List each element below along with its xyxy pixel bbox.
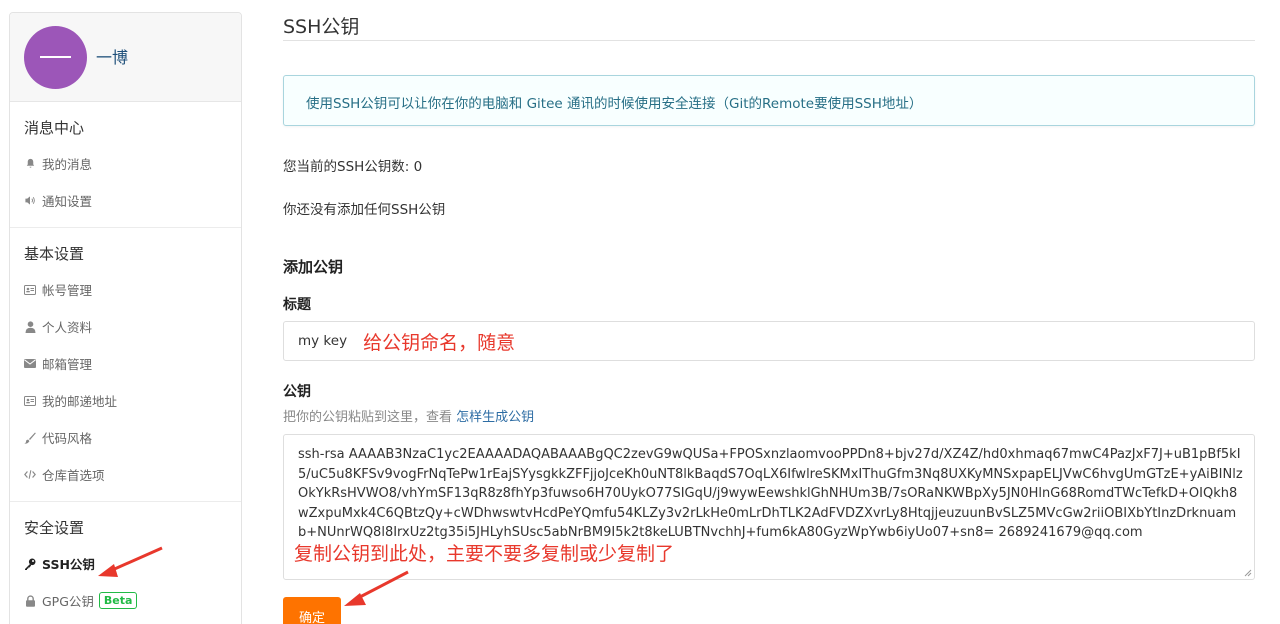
main-content: SSH公钥 使用SSH公钥可以让你在你的电脑和 Gitee 通讯的时候使用安全连…: [283, 0, 1255, 624]
sidebar-item-repo-preferences[interactable]: 仓库首选项: [10, 456, 241, 493]
sidebar-item-label: 我的消息: [42, 157, 93, 172]
section-title: 消息中心: [24, 119, 85, 137]
public-key-textarea[interactable]: ssh-rsa AAAAB3NzaC1yc2EAAAADAQABAAABgQC2…: [283, 434, 1255, 580]
key-hint-text: 把你的公钥粘贴到这里，查看: [283, 410, 453, 425]
info-text: 使用SSH公钥可以让你在你的电脑和 Gitee 通讯的时候使用安全连接（Git的…: [306, 96, 923, 112]
section-messages: 消息中心 我的消息 通知设置: [10, 102, 241, 228]
sidebar-item-email[interactable]: 邮箱管理: [10, 345, 241, 382]
code-icon: [24, 469, 36, 481]
section-basic-settings: 基本设置 帐号管理 个人资料 邮箱管理 我的邮递地址 代码风格 仓库首选项: [10, 228, 241, 502]
paintbrush-icon: [24, 432, 36, 444]
key-icon: [24, 558, 36, 570]
ssh-key-count: 您当前的SSH公钥数: 0: [283, 159, 423, 175]
sidebar-item-label: GPG公钥: [42, 594, 94, 609]
sidebar-item-notification-settings[interactable]: 通知设置: [10, 182, 241, 219]
add-key-heading: 添加公钥: [283, 258, 344, 276]
sidebar-item-label: 仓库首选项: [42, 468, 105, 483]
volume-icon: [24, 195, 36, 207]
section-title: 安全设置: [24, 519, 85, 537]
envelope-icon: [24, 358, 36, 370]
public-key-value: ssh-rsa AAAAB3NzaC1yc2EAAAADAQABAAABgQC2…: [298, 447, 1243, 540]
sidebar-item-label: 帐号管理: [42, 283, 93, 298]
username[interactable]: 一博: [96, 44, 128, 68]
key-label: 公钥: [283, 384, 311, 400]
title-label: 标题: [283, 297, 311, 313]
sidebar-item-label: 我的邮递地址: [42, 394, 118, 409]
sidebar-item-label: SSH公钥: [42, 557, 95, 572]
sidebar-item-gpg-keys[interactable]: GPG公钥 Beta: [10, 582, 241, 619]
info-message: 使用SSH公钥可以让你在你的电脑和 Gitee 通讯的时候使用安全连接（Git的…: [283, 75, 1255, 126]
page-title: SSH公钥: [283, 0, 1255, 41]
empty-keys-text: 你还没有添加任何SSH公钥: [283, 202, 446, 218]
sidebar-item-label: 个人资料: [42, 320, 93, 335]
sidebar-item-label: 通知设置: [42, 194, 93, 209]
sidebar-item-my-messages[interactable]: 我的消息: [10, 145, 241, 182]
resize-handle-icon[interactable]: [1244, 569, 1252, 577]
sidebar-item-code-style[interactable]: 代码风格: [10, 419, 241, 456]
sidebar-item-address[interactable]: 我的邮递地址: [10, 382, 241, 419]
how-to-generate-key-link[interactable]: 怎样生成公钥: [456, 410, 534, 425]
annotation-arrow: [98, 546, 163, 577]
id-card-icon: [24, 284, 36, 296]
annotation-arrow: [344, 570, 409, 606]
lock-icon: [24, 594, 36, 607]
key-title-input[interactable]: my key 给公钥命名，随意: [283, 321, 1255, 361]
avatar[interactable]: [24, 26, 87, 89]
key-annotation: 复制公钥到此处，主要不要多复制或少复制了: [294, 543, 675, 565]
key-title-value: my key: [298, 333, 348, 349]
key-hint: 把你的公钥粘贴到这里，查看 怎样生成公钥: [283, 406, 1255, 425]
sidebar-item-label: 邮箱管理: [42, 357, 93, 372]
user-icon: [24, 320, 36, 333]
settings-sidebar: 一博 消息中心 我的消息 通知设置 基本设置 帐号管理 个人资料 邮箱管理 我的…: [9, 12, 242, 624]
confirm-button[interactable]: 确定: [283, 597, 341, 624]
beta-badge: Beta: [98, 592, 138, 609]
bell-icon: [24, 158, 36, 170]
title-annotation: 给公钥命名，随意: [363, 331, 516, 354]
profile-card: 一博: [10, 13, 241, 102]
section-title: 基本设置: [24, 245, 85, 263]
address-card-icon: [24, 395, 36, 407]
sidebar-item-account[interactable]: 帐号管理: [10, 271, 241, 308]
sidebar-item-profile[interactable]: 个人资料: [10, 308, 241, 345]
sidebar-item-label: 代码风格: [42, 431, 93, 446]
